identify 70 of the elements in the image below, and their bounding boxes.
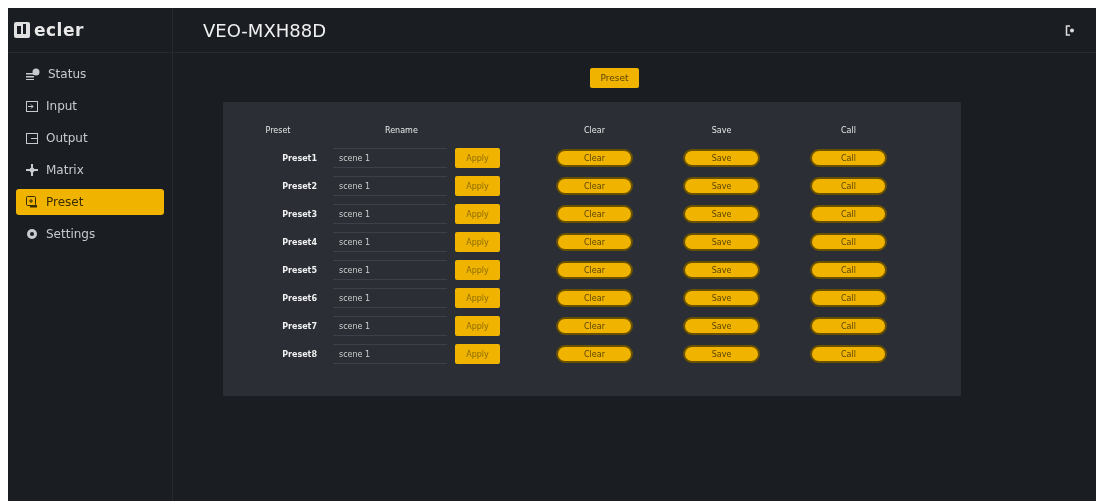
- sidebar-item[interactable]: Status: [16, 61, 164, 87]
- apply-button[interactable]: Apply: [455, 260, 500, 280]
- save-button[interactable]: Save: [683, 317, 760, 335]
- column-header: Preset: [265, 125, 291, 135]
- logo-text: ecler: [34, 20, 84, 40]
- apply-button[interactable]: Apply: [455, 176, 500, 196]
- sidebar-item[interactable]: Preset: [16, 189, 164, 215]
- rename-field[interactable]: scene 1: [333, 148, 447, 168]
- clear-button[interactable]: Clear: [556, 317, 633, 335]
- settings-icon: [26, 228, 38, 240]
- sidebar-item[interactable]: Matrix: [16, 157, 164, 183]
- save-button[interactable]: Save: [683, 345, 760, 363]
- clear-button[interactable]: Clear: [556, 261, 633, 279]
- preset-name: Preset2: [282, 181, 317, 191]
- clear-button[interactable]: Clear: [556, 149, 633, 167]
- call-button[interactable]: Call: [810, 345, 887, 363]
- preset-name: Preset1: [282, 153, 317, 163]
- column-header: Clear: [584, 125, 605, 135]
- logo-icon: [14, 22, 30, 38]
- clear-button[interactable]: Clear: [556, 205, 633, 223]
- clear-button[interactable]: Clear: [556, 233, 633, 251]
- call-button[interactable]: Call: [810, 205, 887, 223]
- rename-field[interactable]: scene 1: [333, 232, 447, 252]
- call-button[interactable]: Call: [810, 289, 887, 307]
- save-button[interactable]: Save: [683, 205, 760, 223]
- rename-field[interactable]: scene 1: [333, 316, 447, 336]
- apply-button[interactable]: Apply: [455, 316, 500, 336]
- save-button[interactable]: Save: [683, 261, 760, 279]
- apply-button[interactable]: Apply: [455, 288, 500, 308]
- status-icon: [26, 68, 40, 80]
- column-header: Call: [841, 125, 856, 135]
- call-button[interactable]: Call: [810, 261, 887, 279]
- call-button[interactable]: Call: [810, 149, 887, 167]
- preset-name: Preset7: [282, 321, 317, 331]
- apply-button[interactable]: Apply: [455, 344, 500, 364]
- save-button[interactable]: Save: [683, 289, 760, 307]
- preset-name: Preset3: [282, 209, 317, 219]
- preset-name: Preset6: [282, 293, 317, 303]
- rename-field[interactable]: scene 1: [333, 344, 447, 364]
- call-button[interactable]: Call: [810, 177, 887, 195]
- column-header: Save: [711, 125, 732, 135]
- matrix-icon: [26, 164, 38, 176]
- column-header: Rename: [385, 125, 418, 135]
- save-button[interactable]: Save: [683, 149, 760, 167]
- apply-button[interactable]: Apply: [455, 204, 500, 224]
- call-button[interactable]: Call: [810, 233, 887, 251]
- rename-field[interactable]: scene 1: [333, 260, 447, 280]
- save-button[interactable]: Save: [683, 177, 760, 195]
- device-title: VEO-MXH88D: [203, 19, 326, 41]
- output-icon: [26, 132, 38, 144]
- sidebar-item[interactable]: Output: [16, 125, 164, 151]
- rename-field[interactable]: scene 1: [333, 204, 447, 224]
- preset-name: Preset8: [282, 349, 317, 359]
- input-icon: [26, 100, 38, 112]
- sidebar-item[interactable]: Settings: [16, 221, 164, 247]
- logout-icon[interactable]: [1065, 24, 1076, 36]
- apply-button[interactable]: Apply: [455, 232, 500, 252]
- clear-button[interactable]: Clear: [556, 177, 633, 195]
- preset-tab[interactable]: Preset: [590, 68, 639, 88]
- save-button[interactable]: Save: [683, 233, 760, 251]
- preset-icon: [26, 196, 38, 208]
- rename-field[interactable]: scene 1: [333, 288, 447, 308]
- preset-name: Preset4: [282, 237, 317, 247]
- clear-button[interactable]: Clear: [556, 345, 633, 363]
- clear-button[interactable]: Clear: [556, 289, 633, 307]
- rename-field[interactable]: scene 1: [333, 176, 447, 196]
- call-button[interactable]: Call: [810, 317, 887, 335]
- sidebar-item[interactable]: Input: [16, 93, 164, 119]
- apply-button[interactable]: Apply: [455, 148, 500, 168]
- preset-name: Preset5: [282, 265, 317, 275]
